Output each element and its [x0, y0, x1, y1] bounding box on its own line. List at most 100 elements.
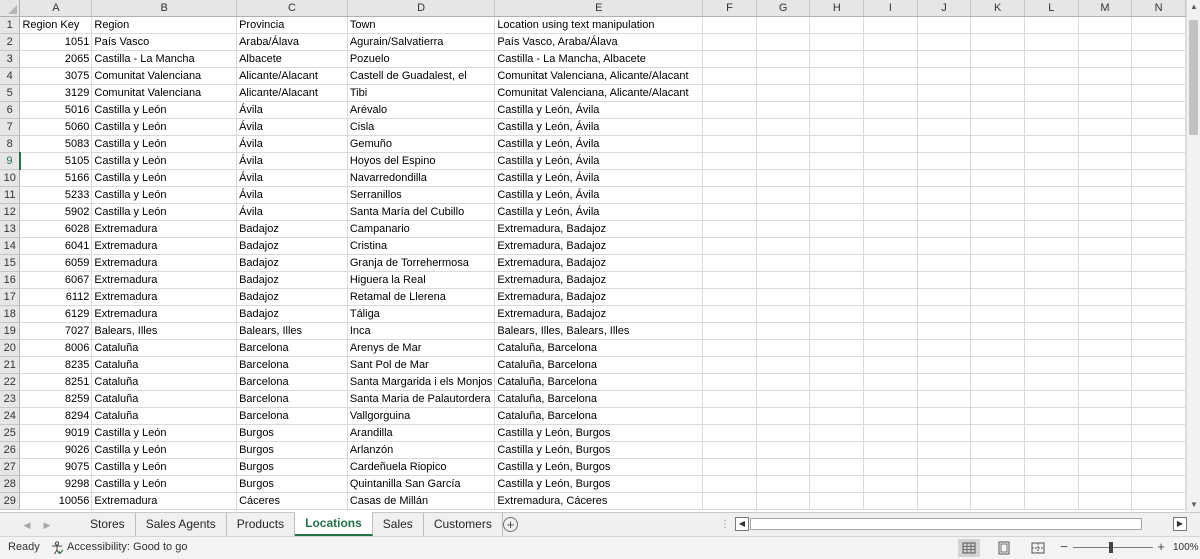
cell-m29[interactable] — [1078, 492, 1133, 511]
cell-b3[interactable]: Castilla - La Mancha — [91, 50, 238, 69]
cell-m19[interactable] — [1078, 322, 1133, 341]
cell-f17[interactable] — [702, 288, 757, 307]
cell-a16[interactable]: 6067 — [19, 271, 93, 290]
cell-d4[interactable]: Castell de Guadalest, el — [347, 67, 496, 86]
cell-k8[interactable] — [970, 135, 1025, 154]
cell-a1[interactable]: Region Key — [19, 16, 93, 35]
cell-n1[interactable] — [1131, 16, 1186, 35]
cell-c19[interactable]: Balears, Illes — [236, 322, 348, 341]
cell-k13[interactable] — [970, 220, 1025, 239]
cell-c6[interactable]: Ávila — [236, 101, 348, 120]
cell-n3[interactable] — [1131, 50, 1186, 69]
cell-a29[interactable]: 10056 — [19, 492, 93, 511]
cell-f19[interactable] — [702, 322, 757, 341]
cell-j9[interactable] — [917, 152, 972, 171]
cell-h14[interactable] — [809, 237, 865, 256]
cell-d12[interactable]: Santa María del Cubillo — [347, 203, 496, 222]
cell-c27[interactable]: Burgos — [236, 458, 348, 477]
cell-c10[interactable]: Ávila — [236, 169, 348, 188]
cell-f12[interactable] — [702, 203, 757, 222]
cell-m22[interactable] — [1078, 373, 1133, 392]
cell-e27[interactable]: Castilla y León, Burgos — [494, 458, 704, 477]
cell-d9[interactable]: Hoyos del Espino — [347, 152, 496, 171]
cell-c11[interactable]: Ávila — [236, 186, 348, 205]
cell-d10[interactable]: Navarredondilla — [347, 169, 496, 188]
cell-f15[interactable] — [702, 254, 757, 273]
cell-j17[interactable] — [917, 288, 972, 307]
cell-b22[interactable]: Cataluña — [91, 373, 238, 392]
cell-b18[interactable]: Extremadura — [91, 305, 238, 324]
cell-b1[interactable]: Region — [91, 16, 238, 35]
row-header[interactable]: 9 — [0, 152, 21, 171]
cell-k21[interactable] — [970, 356, 1025, 375]
cell-c1[interactable]: Provincia — [236, 16, 348, 35]
cell-c9[interactable]: Ávila — [236, 152, 348, 171]
cell-i25[interactable] — [863, 424, 918, 443]
cell-b17[interactable]: Extremadura — [91, 288, 238, 307]
cell-l3[interactable] — [1024, 50, 1079, 69]
cell-e16[interactable]: Extremadura, Badajoz — [494, 271, 704, 290]
cell-l27[interactable] — [1024, 458, 1079, 477]
row-header[interactable]: 5 — [0, 84, 21, 103]
cell-j11[interactable] — [917, 186, 972, 205]
cell-f14[interactable] — [702, 237, 757, 256]
cell-g4[interactable] — [756, 67, 811, 86]
cell-l29[interactable] — [1024, 492, 1079, 511]
cell-d22[interactable]: Santa Margarida i els Monjos — [347, 373, 496, 392]
cell-j26[interactable] — [917, 441, 972, 460]
column-header-d[interactable]: D — [347, 0, 496, 18]
cell-j23[interactable] — [917, 390, 972, 409]
cell-c2[interactable]: Araba/Álava — [236, 33, 348, 52]
row-header[interactable]: 28 — [0, 475, 21, 494]
cell-a17[interactable]: 6112 — [19, 288, 93, 307]
cell-b6[interactable]: Castilla y León — [91, 101, 238, 120]
cell-b26[interactable]: Castilla y León — [91, 441, 238, 460]
cell-n20[interactable] — [1131, 339, 1186, 358]
cell-d7[interactable]: Cisla — [347, 118, 496, 137]
cell-e7[interactable]: Castilla y León, Ávila — [494, 118, 704, 137]
cell-l28[interactable] — [1024, 475, 1079, 494]
scroll-right-arrow-icon[interactable]: ▶ — [1173, 517, 1187, 531]
cell-i19[interactable] — [863, 322, 918, 341]
cell-g8[interactable] — [756, 135, 811, 154]
cell-a14[interactable]: 6041 — [19, 237, 93, 256]
cell-h23[interactable] — [809, 390, 865, 409]
cell-d23[interactable]: Santa Maria de Palautordera — [347, 390, 496, 409]
cell-n8[interactable] — [1131, 135, 1186, 154]
cell-n29[interactable] — [1131, 492, 1186, 511]
row-header[interactable]: 22 — [0, 373, 21, 392]
cell-k20[interactable] — [970, 339, 1025, 358]
cell-i11[interactable] — [863, 186, 918, 205]
cell-g12[interactable] — [756, 203, 811, 222]
cell-c16[interactable]: Badajoz — [236, 271, 348, 290]
cell-l5[interactable] — [1024, 84, 1079, 103]
cell-a10[interactable]: 5166 — [19, 169, 93, 188]
cell-e21[interactable]: Cataluña, Barcelona — [494, 356, 704, 375]
cell-k4[interactable] — [970, 67, 1025, 86]
cell-f26[interactable] — [702, 441, 757, 460]
cell-j2[interactable] — [917, 33, 972, 52]
cell-k2[interactable] — [970, 33, 1025, 52]
cell-l23[interactable] — [1024, 390, 1079, 409]
cell-n2[interactable] — [1131, 33, 1186, 52]
cell-c25[interactable]: Burgos — [236, 424, 348, 443]
cell-h27[interactable] — [809, 458, 865, 477]
sheet-tab-sales[interactable]: Sales — [373, 513, 424, 536]
cell-k3[interactable] — [970, 50, 1025, 69]
zoom-in-icon[interactable]: + — [1155, 540, 1167, 554]
cell-e18[interactable]: Extremadura, Badajoz — [494, 305, 704, 324]
cell-c13[interactable]: Badajoz — [236, 220, 348, 239]
cell-d3[interactable]: Pozuelo — [347, 50, 496, 69]
cell-m17[interactable] — [1078, 288, 1133, 307]
cell-l6[interactable] — [1024, 101, 1079, 120]
cell-a11[interactable]: 5233 — [19, 186, 93, 205]
cell-d2[interactable]: Agurain/Salvatierra — [347, 33, 496, 52]
cell-b5[interactable]: Comunitat Valenciana — [91, 84, 238, 103]
cell-e1[interactable]: Location using text manipulation — [494, 16, 704, 35]
cell-a21[interactable]: 8235 — [19, 356, 93, 375]
cell-a9[interactable]: 5105 — [19, 152, 93, 171]
cell-n17[interactable] — [1131, 288, 1186, 307]
cell-g23[interactable] — [756, 390, 811, 409]
row-header[interactable]: 23 — [0, 390, 21, 409]
cell-k6[interactable] — [970, 101, 1025, 120]
